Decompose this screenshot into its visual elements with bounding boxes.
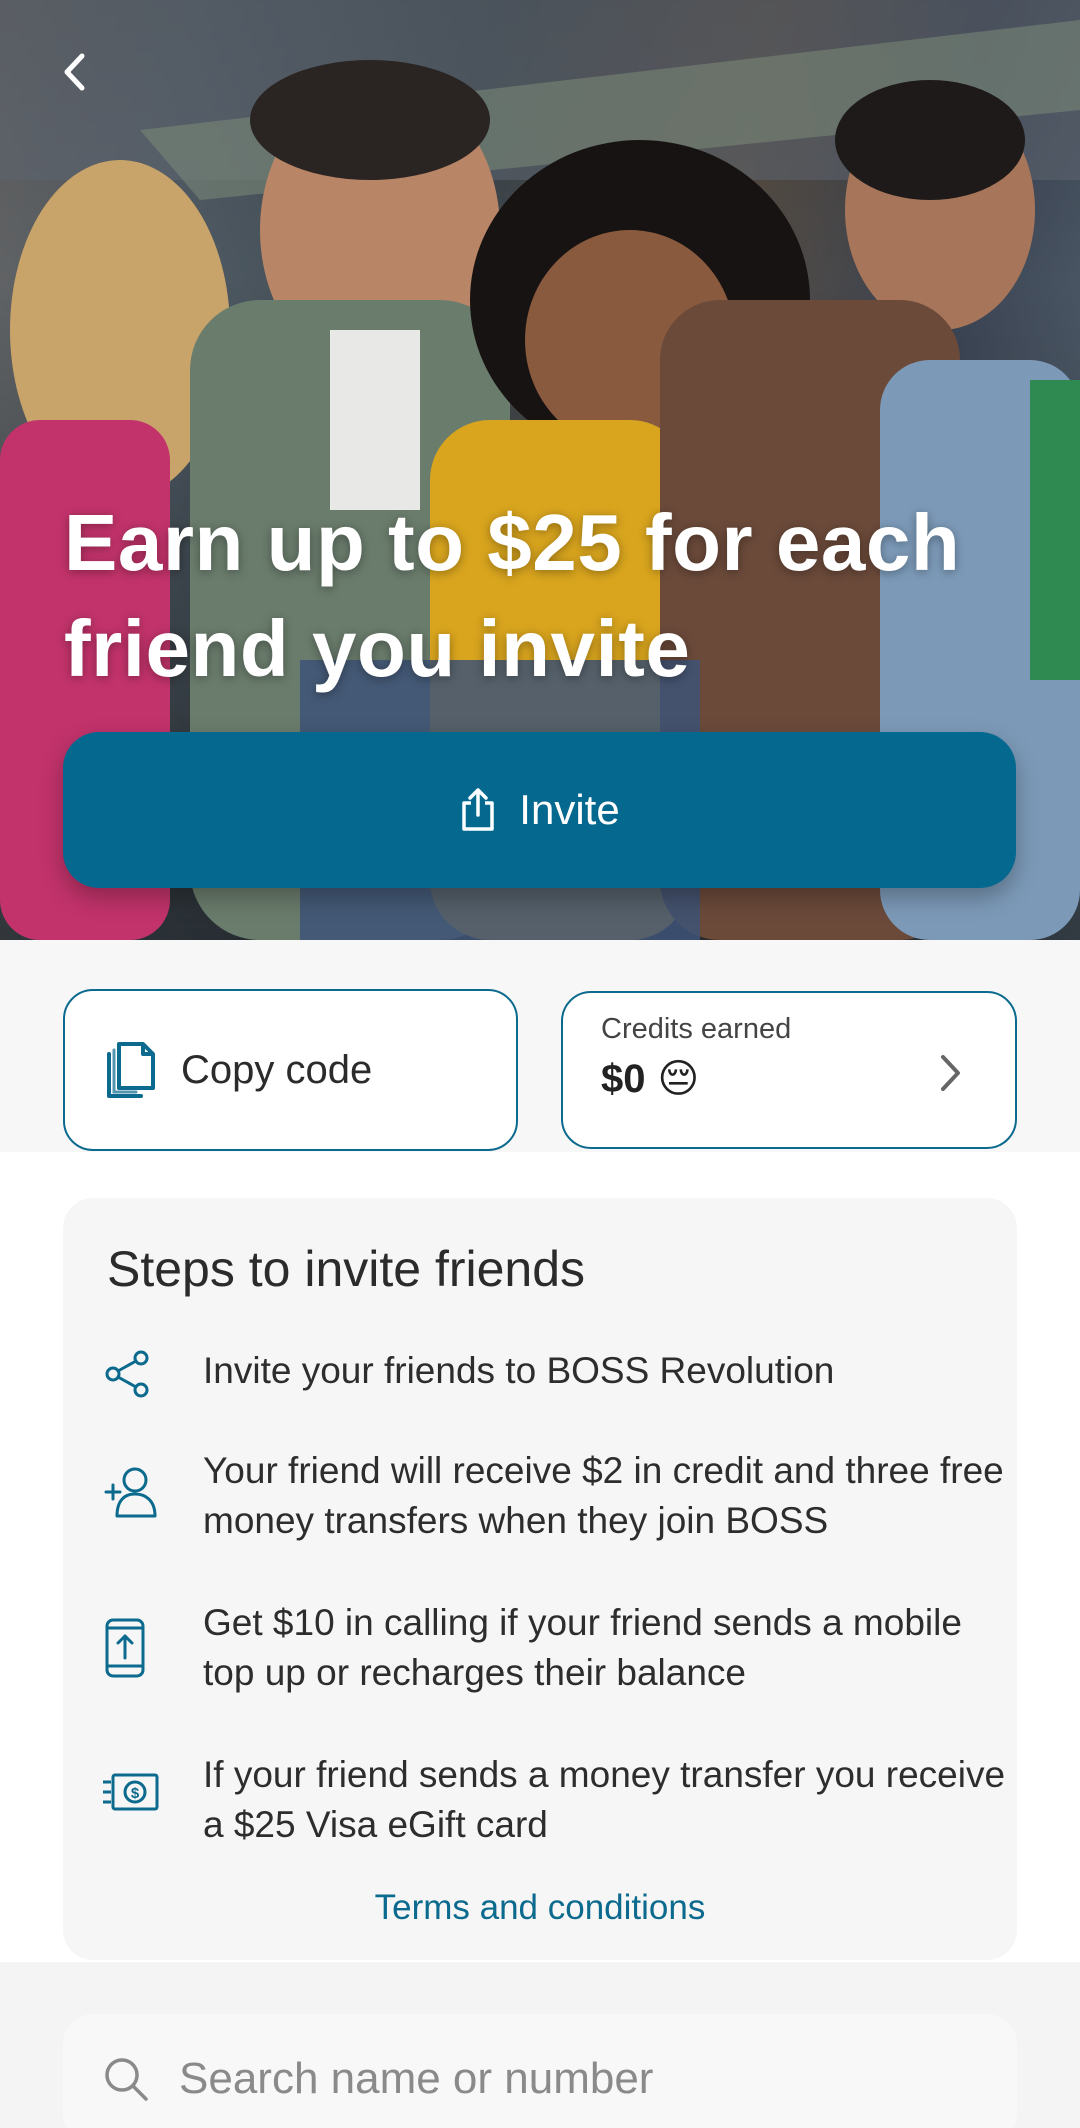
copy-icon bbox=[107, 1042, 155, 1098]
credits-emoji: 😔 bbox=[657, 1057, 700, 1101]
step-text: Get $10 in calling if your friend sends … bbox=[203, 1602, 962, 1693]
hero-title: Earn up to $25 for each friend you invit… bbox=[64, 498, 961, 693]
invite-button-label: Invite bbox=[519, 786, 620, 833]
search-icon bbox=[105, 2058, 148, 2101]
steps-title: Steps to invite friends bbox=[107, 1241, 586, 1297]
actions-row: Copy code Credits earned $0 😔 bbox=[0, 940, 1080, 1152]
search-area bbox=[0, 1962, 1080, 2128]
steps-section: Steps to invite friends Invite your frie… bbox=[0, 1152, 1080, 1962]
svg-text:$: $ bbox=[131, 1785, 140, 1802]
share-upload-icon bbox=[462, 788, 495, 831]
back-button[interactable] bbox=[44, 42, 104, 102]
step-text: Invite your friends to BOSS Revolution bbox=[203, 1350, 835, 1391]
chevron-left-icon bbox=[64, 53, 85, 91]
mobile-topup-icon bbox=[105, 1618, 145, 1678]
share-icon bbox=[105, 1350, 149, 1398]
search-box[interactable] bbox=[63, 2014, 1017, 2128]
invite-button[interactable]: Invite bbox=[63, 732, 1016, 888]
step-text: Your friend will receive $2 in credit an… bbox=[203, 1450, 1004, 1541]
credits-amount-row: $0 😔 bbox=[601, 1056, 977, 1102]
copy-code-label: Copy code bbox=[181, 1047, 373, 1092]
credits-earned-card[interactable]: Credits earned $0 😔 bbox=[561, 991, 1017, 1149]
add-person-icon bbox=[104, 1467, 157, 1518]
search-input[interactable] bbox=[179, 2054, 979, 2104]
copy-code-button[interactable]: Copy code bbox=[63, 989, 518, 1151]
chevron-right-icon bbox=[941, 1055, 960, 1091]
credits-amount: $0 bbox=[601, 1056, 646, 1101]
steps-card: Steps to invite friends Invite your frie… bbox=[63, 1198, 1017, 1960]
credits-caption: Credits earned bbox=[601, 1013, 792, 1045]
terms-link[interactable]: Terms and conditions bbox=[63, 1888, 1017, 1928]
hero-banner: Earn up to $25 for each friend you invit… bbox=[0, 0, 1080, 940]
step-text: If your friend sends a money transfer yo… bbox=[203, 1754, 1006, 1845]
money-icon: $ bbox=[103, 1773, 159, 1811]
